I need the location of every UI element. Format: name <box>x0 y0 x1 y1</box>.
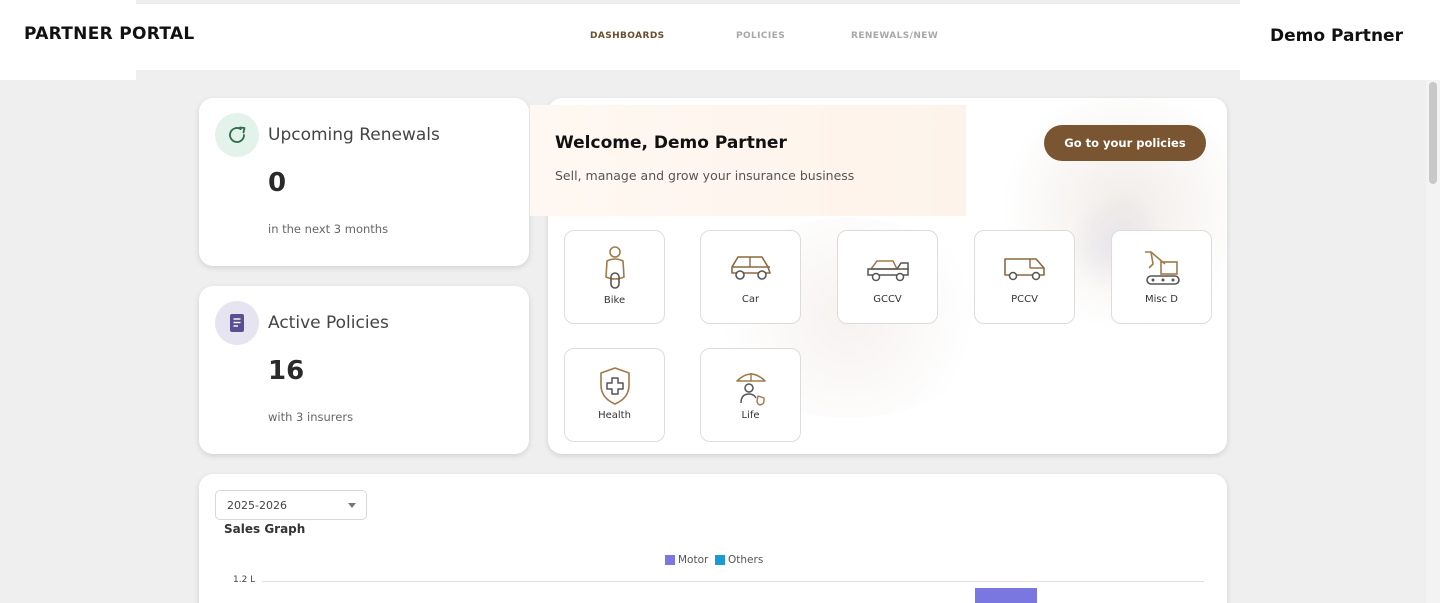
nav-renewals-new[interactable]: RENEWALS/NEW <box>851 31 938 41</box>
welcome-subtitle: Sell, manage and grow your insurance bus… <box>555 168 855 183</box>
renewals-subtext: in the next 3 months <box>268 222 389 236</box>
chart-gridline <box>262 581 1204 582</box>
legend-label: Motor <box>678 554 709 566</box>
health-shield-icon <box>599 367 630 405</box>
active-policies-card[interactable]: Active Policies 16 with 3 insurers <box>199 286 529 454</box>
chevron-down-icon <box>348 503 356 508</box>
product-label: Life <box>741 410 760 421</box>
van-icon <box>1003 258 1045 281</box>
chart-bar-motor[interactable] <box>975 588 1037 603</box>
product-tile-gccv[interactable]: GCCV <box>837 230 938 324</box>
legend-swatch <box>665 555 675 565</box>
product-tile-misc-d[interactable]: Misc D <box>1111 230 1212 324</box>
product-tile-bike[interactable]: Bike <box>564 230 665 324</box>
policies-subtext: with 3 insurers <box>268 410 354 424</box>
product-label: Bike <box>603 295 626 306</box>
y-axis-tick-label: 1.2 L <box>233 575 256 585</box>
product-label: Misc D <box>1145 294 1178 305</box>
renewals-title: Upcoming Renewals <box>268 125 440 145</box>
welcome-title: Welcome, Demo Partner <box>555 133 787 153</box>
nav-dashboards[interactable]: DASHBOARDS <box>590 31 665 41</box>
product-label: Car <box>741 294 760 305</box>
document-icon <box>215 301 259 345</box>
nav-policies[interactable]: POLICIES <box>736 31 785 41</box>
product-tile-health[interactable]: Health <box>564 348 665 442</box>
car-icon <box>730 256 771 280</box>
financial-year-select[interactable]: 2025-2026 <box>215 490 367 520</box>
scrollbar-thumb[interactable] <box>1429 82 1437 184</box>
product-tile-pccv[interactable]: PCCV <box>974 230 1075 324</box>
sales-graph-title: Sales Graph <box>224 522 306 536</box>
excavator-icon <box>1144 251 1180 285</box>
refresh-icon <box>215 113 259 157</box>
top-header: PARTNER PORTAL DASHBOARDS POLICIES RENEW… <box>0 0 1440 80</box>
user-name[interactable]: Demo Partner <box>1270 26 1403 46</box>
brand-title[interactable]: PARTNER PORTAL <box>24 24 195 44</box>
policies-title: Active Policies <box>268 313 389 333</box>
welcome-banner <box>530 105 966 216</box>
product-tile-car[interactable]: Car <box>700 230 801 324</box>
header-nav-panel <box>136 3 1240 70</box>
renewals-count: 0 <box>268 168 287 198</box>
legend-label: Others <box>728 554 764 566</box>
legend-item-motor[interactable]: Motor <box>665 554 708 566</box>
financial-year-value: 2025-2026 <box>227 499 287 512</box>
scooter-icon <box>604 246 625 289</box>
tow-truck-icon <box>866 260 909 282</box>
product-label: Health <box>598 410 631 421</box>
life-umbrella-icon <box>735 373 766 406</box>
legend-swatch <box>715 555 725 565</box>
product-label: GCCV <box>873 294 902 305</box>
product-label: PCCV <box>1011 294 1038 305</box>
product-tile-life[interactable]: Life <box>700 348 801 442</box>
policies-count: 16 <box>268 356 305 386</box>
legend-item-others[interactable]: Others <box>715 554 763 566</box>
upcoming-renewals-card[interactable]: Upcoming Renewals 0 in the next 3 months <box>199 98 529 266</box>
go-to-policies-button[interactable]: Go to your policies <box>1044 125 1206 161</box>
